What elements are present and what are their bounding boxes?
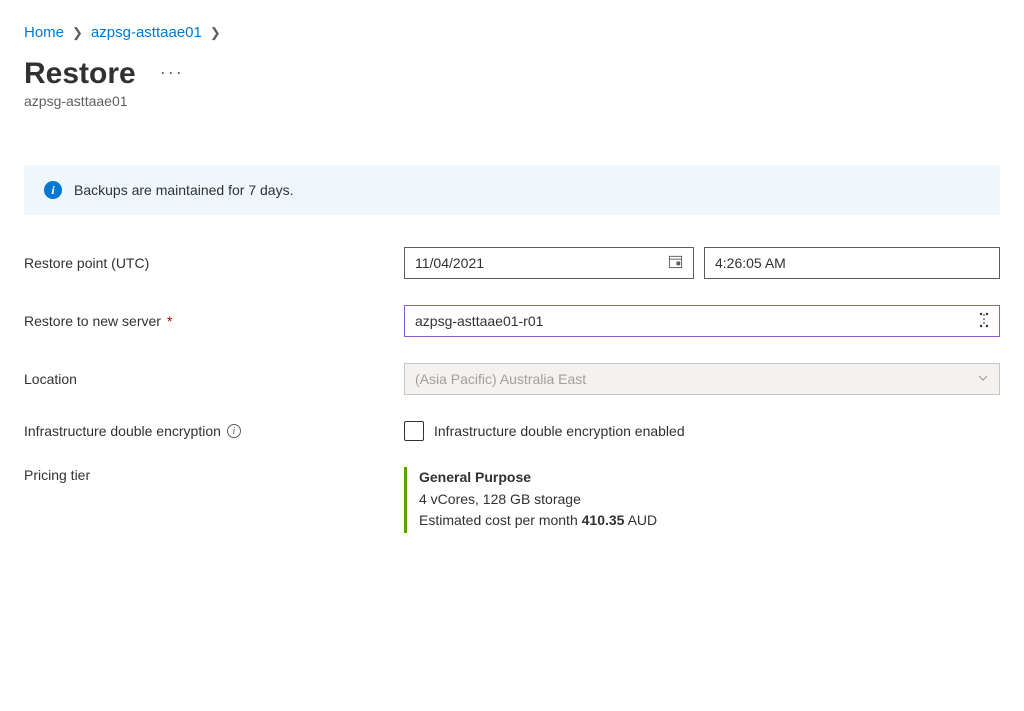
chevron-right-icon: ❯ [72,25,83,41]
page-title: Restore [24,57,136,91]
restore-date-input[interactable]: 11/04/2021 [404,247,694,279]
more-icon[interactable]: ··· [160,63,184,85]
encryption-row: Infrastructure double encryption i Infra… [24,421,1000,441]
encryption-label: Infrastructure double encryption i [24,423,404,439]
location-select: (Asia Pacific) Australia East [404,363,1000,395]
restore-point-row: Restore point (UTC) 11/04/2021 4:26:05 A… [24,247,1000,279]
page-header: Restore ··· [24,57,1000,91]
restore-date-value: 11/04/2021 [415,255,484,271]
info-banner-text: Backups are maintained for 7 days. [74,182,293,198]
breadcrumb-home[interactable]: Home [24,24,64,41]
info-icon: i [44,181,62,199]
location-value: (Asia Pacific) Australia East [415,371,586,387]
chevron-down-icon [977,371,989,387]
breadcrumb: Home ❯ azpsg-asttaae01 ❯ [24,24,1000,41]
required-indicator: * [167,313,172,329]
restore-time-input[interactable]: 4:26:05 AM [704,247,1000,279]
pricing-tier-name: General Purpose [419,469,657,485]
pricing-tier-label: Pricing tier [24,467,404,483]
new-server-label: Restore to new server * [24,313,404,329]
chevron-right-icon: ❯ [210,25,221,41]
location-row: Location (Asia Pacific) Australia East [24,363,1000,395]
breadcrumb-resource[interactable]: azpsg-asttaae01 [91,24,202,41]
pricing-tier-row: Pricing tier General Purpose 4 vCores, 1… [24,467,1000,533]
pricing-tier-cost: Estimated cost per month 410.35 AUD [419,510,657,531]
encryption-checkbox-label: Infrastructure double encryption enabled [434,423,685,439]
restore-point-label: Restore point (UTC) [24,255,404,271]
encryption-checkbox-wrap: Infrastructure double encryption enabled [404,421,685,441]
text-cursor-icon [979,312,989,331]
calendar-icon[interactable] [668,254,683,272]
info-banner: i Backups are maintained for 7 days. [24,165,1000,215]
page-subtitle: azpsg-asttaae01 [24,93,1000,109]
pricing-tier-box: General Purpose 4 vCores, 128 GB storage… [404,467,657,533]
encryption-checkbox[interactable] [404,421,424,441]
help-icon[interactable]: i [227,424,241,438]
location-label: Location [24,371,404,387]
new-server-row: Restore to new server * azpsg-asttaae01-… [24,305,1000,337]
restore-time-value: 4:26:05 AM [715,255,786,271]
new-server-input[interactable]: azpsg-asttaae01-r01 [404,305,1000,337]
pricing-tier-specs: 4 vCores, 128 GB storage [419,489,657,510]
new-server-value: azpsg-asttaae01-r01 [415,313,543,329]
